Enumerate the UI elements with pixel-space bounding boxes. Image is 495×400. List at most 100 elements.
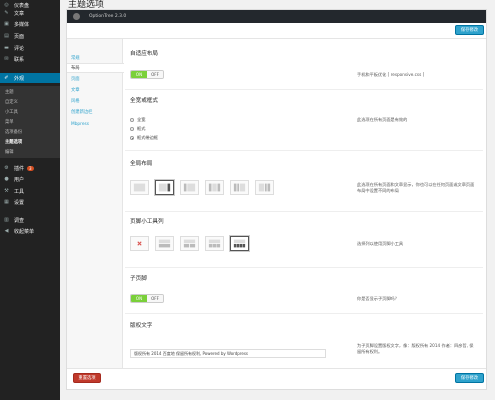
sidebar-item-label: 调查 bbox=[14, 217, 25, 224]
divider bbox=[67, 38, 486, 39]
sidebar-item-plugins[interactable]: ⚙ 插件 3 bbox=[0, 163, 60, 173]
save-button[interactable]: 保存修改 bbox=[455, 373, 484, 383]
sidebar-item-media[interactable]: ▣ 多媒体 bbox=[0, 19, 60, 29]
update-count-badge: 3 bbox=[27, 165, 34, 171]
version-label: OptionTree 2.3.0 bbox=[89, 14, 127, 19]
layout-two-sidebars-icon bbox=[208, 183, 221, 192]
section-desc-global-layout: 此选项在所有页面和文章显示，你也可以在任何页面或文章页面布局中设置不同的布局 bbox=[357, 182, 475, 193]
dashboard-icon: ◎ bbox=[4, 2, 9, 8]
option-tree-header: OptionTree 2.3.0 bbox=[67, 10, 486, 23]
sidebar-item-posts[interactable]: ✎ 文章 bbox=[0, 8, 60, 18]
footer-columns-2[interactable] bbox=[180, 236, 199, 251]
sidebar-item-tools[interactable]: ⚒ 工具 bbox=[0, 186, 60, 196]
sidebar-item-contact[interactable]: ✉ 联系 bbox=[0, 54, 60, 64]
copyright-text-input[interactable]: 版权所有 2014 百度地 保留所有权利, Powered by Wordpre… bbox=[130, 349, 326, 358]
sidebar-item-label: 收起菜单 bbox=[14, 228, 35, 235]
tab-posts[interactable]: 文章 bbox=[67, 85, 123, 95]
sidebar-item-users[interactable]: ● 用户 bbox=[0, 174, 60, 184]
section-desc-responsive: 手机和平板优化 [ responsive.css ] bbox=[357, 72, 425, 77]
sidebar-item-label: 设置 bbox=[14, 199, 25, 206]
comment-icon: ▬ bbox=[4, 45, 9, 51]
submenu-item-widgets[interactable]: 小工具 bbox=[5, 109, 18, 115]
sidebar-item-appearance[interactable]: ✐ 外观 bbox=[0, 73, 60, 83]
tab-layout[interactable]: 布局 bbox=[67, 63, 124, 73]
option-tree-panel: OptionTree 2.3.0 保存修改 常规 布局 页面 文章 风格 创建新… bbox=[66, 9, 487, 390]
wrench-icon: ⚒ bbox=[4, 188, 9, 194]
section-title-global-layout: 全局布局 bbox=[130, 161, 153, 167]
radio-boxed[interactable]: 框式 bbox=[130, 126, 145, 132]
media-icon: ▣ bbox=[4, 21, 9, 27]
layout-option-right-sidebar[interactable] bbox=[155, 180, 174, 195]
sidebar-item-label: 多媒体 bbox=[14, 21, 30, 28]
sidebar-item-survey[interactable]: ▥ 调查 bbox=[0, 215, 60, 225]
submenu-item-backup[interactable]: 选项备份 bbox=[5, 129, 22, 135]
section-desc-footer-widgets: 选择列以使用页脚小工具 bbox=[357, 241, 404, 246]
radio-circle-icon bbox=[130, 127, 134, 131]
toggle-on[interactable]: ON bbox=[131, 71, 147, 78]
footer-columns-4[interactable] bbox=[230, 236, 249, 251]
sidebar-item-settings[interactable]: ▦ 设置 bbox=[0, 197, 60, 207]
divider bbox=[125, 313, 483, 314]
sidebar-item-label: 联系 bbox=[14, 56, 25, 63]
footer-4-col-icon bbox=[233, 239, 246, 248]
settings-icon: ▦ bbox=[4, 199, 9, 205]
section-title-responsive: 自适应布局 bbox=[130, 51, 158, 57]
pin-icon: ✎ bbox=[4, 10, 9, 16]
sub-footer-toggle[interactable]: ON OFF bbox=[130, 294, 164, 303]
save-button[interactable]: 保存修改 bbox=[455, 25, 484, 35]
footer-1-col-icon bbox=[158, 239, 171, 248]
submenu-item-menus[interactable]: 菜单 bbox=[5, 119, 14, 125]
layout-right-sidebar-icon bbox=[158, 183, 171, 192]
layout-option-full[interactable] bbox=[130, 180, 149, 195]
radio-checked-icon bbox=[130, 136, 134, 140]
collapse-icon: ◀ bbox=[4, 228, 9, 234]
toggle-on[interactable]: ON bbox=[131, 295, 147, 302]
submenu-item-customize[interactable]: 自定义 bbox=[5, 99, 18, 105]
layout-full-icon bbox=[133, 183, 146, 192]
radio-boxed-border[interactable]: 框式带边框 bbox=[130, 135, 158, 141]
sidebar-item-comments[interactable]: ▬ 评论 bbox=[0, 43, 60, 53]
submenu-item-theme-options[interactable]: 主题选项 bbox=[5, 139, 22, 145]
page-icon: ▤ bbox=[4, 33, 9, 39]
tab-style[interactable]: 风格 bbox=[67, 96, 123, 106]
tab-sidebars[interactable]: 创建新边栏 bbox=[67, 107, 123, 117]
radio-label: 全宽 bbox=[137, 117, 146, 122]
footer-columns-none[interactable] bbox=[130, 236, 149, 251]
layout-left-two-icon bbox=[233, 183, 246, 192]
layout-option-left-two[interactable] bbox=[230, 180, 249, 195]
sidebar-item-label: 文章 bbox=[14, 10, 25, 17]
footer-2-col-icon bbox=[183, 239, 196, 248]
divider bbox=[67, 368, 486, 369]
sidebar-item-label: 插件 bbox=[14, 165, 25, 172]
submenu-item-themes[interactable]: 主题 bbox=[5, 89, 14, 95]
divider bbox=[125, 211, 483, 212]
submenu-item-editor[interactable]: 编辑 bbox=[5, 149, 14, 155]
layout-option-left-sidebar[interactable] bbox=[180, 180, 199, 195]
section-title-footer-widgets: 页脚小工具列 bbox=[130, 219, 164, 225]
sidebar-item-label: 工具 bbox=[14, 188, 25, 195]
radio-label: 框式带边框 bbox=[137, 135, 158, 140]
section-desc-copyright: 为子页脚设置版权文字，像：版权所有 2014 作者：四彦哲, 保留所有权利。 bbox=[357, 343, 474, 354]
toggle-off[interactable]: OFF bbox=[147, 295, 163, 302]
tab-pages[interactable]: 页面 bbox=[67, 74, 123, 84]
option-tree-logo-icon bbox=[73, 13, 80, 20]
tab-bbpress[interactable]: Mbpress bbox=[67, 119, 123, 129]
sidebar-item-pages[interactable]: ▤ 页面 bbox=[0, 31, 60, 41]
section-desc-sub-footer: 你是否显示子页脚吗？ bbox=[357, 296, 399, 301]
user-icon: ● bbox=[4, 176, 9, 182]
sidebar-item-label: 外观 bbox=[14, 75, 25, 82]
toggle-off[interactable]: OFF bbox=[147, 71, 163, 78]
admin-sidebar: ◎ 仪表盘 ✎ 文章 ▣ 多媒体 ▤ 页面 ▬ 评论 ✉ 联系 ✐ 外观 主题 自定义 小工具… bbox=[0, 0, 60, 400]
footer-columns-1[interactable] bbox=[155, 236, 174, 251]
layout-option-two-sidebars[interactable] bbox=[205, 180, 224, 195]
layout-option-right-two[interactable] bbox=[255, 180, 274, 195]
divider bbox=[125, 89, 483, 90]
reset-options-button[interactable]: 重置选项 bbox=[73, 373, 101, 383]
divider bbox=[125, 267, 483, 268]
tab-general[interactable]: 常规 bbox=[67, 53, 123, 63]
sidebar-item-collapse[interactable]: ◀ 收起菜单 bbox=[0, 226, 60, 236]
footer-3-col-icon bbox=[208, 239, 221, 248]
footer-columns-3[interactable] bbox=[205, 236, 224, 251]
radio-full-width[interactable]: 全宽 bbox=[130, 117, 145, 123]
responsive-toggle[interactable]: ON OFF bbox=[130, 70, 164, 79]
